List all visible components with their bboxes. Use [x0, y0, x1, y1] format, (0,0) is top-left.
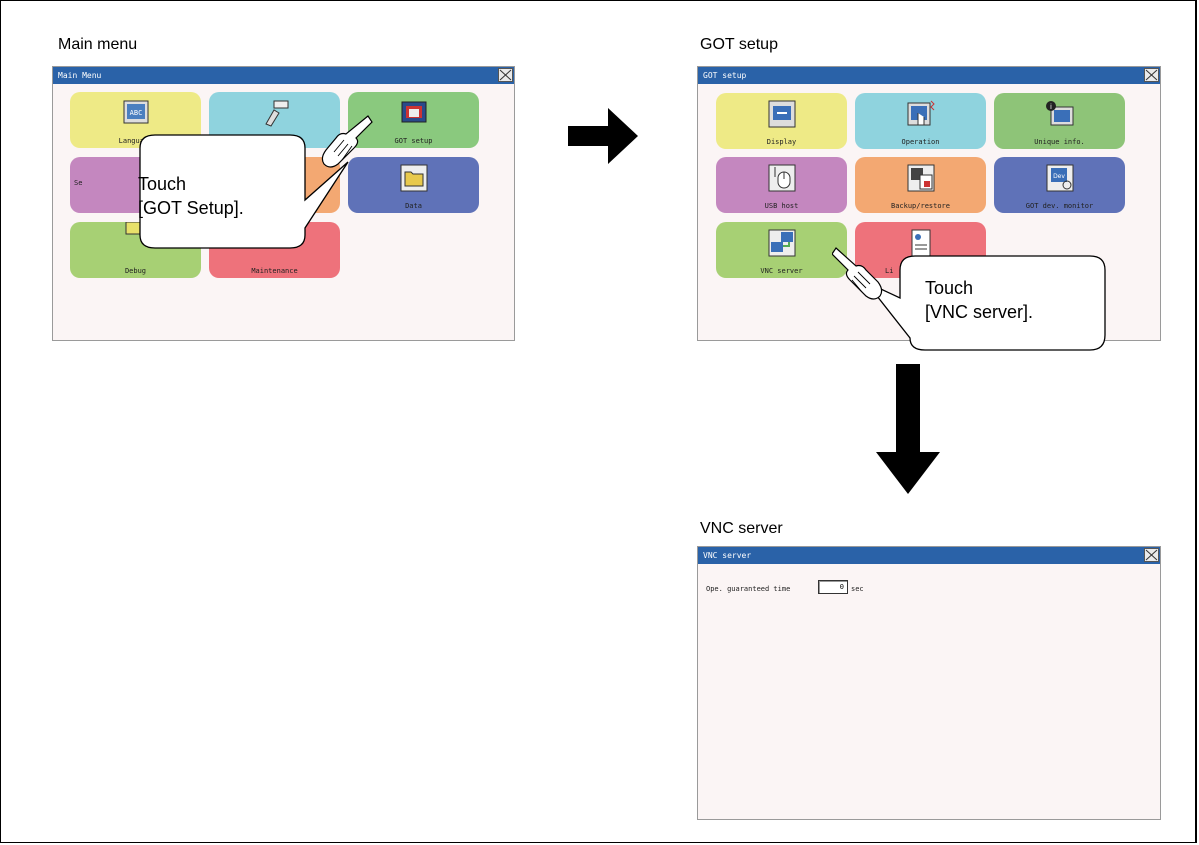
- main-menu-close-button[interactable]: [498, 68, 513, 82]
- ope-guaranteed-time-label: Ope. guaranteed time: [706, 585, 791, 593]
- tile-data-label: Data: [405, 202, 422, 210]
- info-icon: i: [1045, 101, 1073, 126]
- vnc-server-window: VNC server Ope. guaranteed time 0 sec: [697, 546, 1161, 820]
- tile-got-dev-monitor[interactable]: Dev GOT dev. monitor: [994, 157, 1125, 213]
- main-menu-caption: Main menu: [58, 36, 138, 53]
- backup-icon: [907, 164, 934, 192]
- folder-icon: [400, 164, 427, 192]
- vnc-callout-line2: [VNC server].: [925, 302, 1034, 322]
- touch-operation-icon: [907, 100, 935, 126]
- vnc-server-titlebar: VNC server: [698, 547, 1160, 564]
- tile-usb-host[interactable]: USB host: [716, 157, 847, 213]
- tile-backup-restore[interactable]: Backup/restore: [855, 157, 986, 213]
- tile-display[interactable]: Display: [716, 93, 847, 149]
- vnc-server-caption: VNC server: [700, 520, 783, 537]
- main-menu-titlebar: Main Menu: [53, 67, 514, 84]
- tile-usb-host-label: USB host: [764, 202, 799, 210]
- got-setup-callout-line1: Touch: [138, 174, 187, 194]
- vnc-icon: [768, 229, 795, 257]
- tile-operation-label: Operation: [901, 138, 940, 146]
- tile-vnc-server[interactable]: VNC server: [716, 222, 847, 278]
- got-setup-title: GOT setup: [703, 71, 747, 80]
- arrow-down-icon: [876, 364, 940, 494]
- vnc-callout-line1: Touch: [925, 278, 974, 298]
- got-setup-icon: [401, 101, 426, 123]
- hand-pointer-icon: [321, 115, 373, 168]
- tile-display-label: Display: [766, 138, 797, 146]
- vnc-server-close-button[interactable]: [1144, 548, 1159, 562]
- hand-pointer-icon: [832, 247, 883, 300]
- got-setup-close-button[interactable]: [1144, 68, 1159, 82]
- got-setup-callout-text: Touch [GOT Setup].: [138, 172, 244, 220]
- display-icon: [768, 100, 795, 128]
- tile-operation[interactable]: Operation: [855, 93, 986, 149]
- ope-guaranteed-time-unit: sec: [851, 585, 864, 593]
- got-setup-caption: GOT setup: [700, 36, 778, 53]
- got-setup-callout-line2: [GOT Setup].: [138, 198, 244, 218]
- ope-guaranteed-time-input[interactable]: 0: [818, 580, 848, 594]
- tile-vnc-server-label: VNC server: [760, 267, 803, 275]
- arrow-right-icon: [568, 108, 638, 164]
- svg-text:Dev: Dev: [1053, 173, 1065, 180]
- dev-monitor-icon: Dev: [1046, 164, 1073, 192]
- close-icon: [1145, 549, 1158, 561]
- got-setup-titlebar: GOT setup: [698, 67, 1160, 84]
- main-menu-title: Main Menu: [58, 71, 102, 80]
- tile-unique-info[interactable]: i Unique info.: [994, 93, 1125, 149]
- vnc-server-title: VNC server: [703, 551, 752, 560]
- close-icon: [499, 69, 512, 81]
- svg-text:i: i: [1050, 103, 1052, 111]
- tile-unique-info-label: Unique info.: [1034, 138, 1085, 146]
- close-icon: [1145, 69, 1158, 81]
- tile-got-dev-monitor-label: GOT dev. monitor: [1025, 202, 1094, 210]
- vnc-callout-text: Touch [VNC server].: [925, 276, 1033, 324]
- usb-mouse-icon: [768, 164, 795, 192]
- tile-backup-restore-label: Backup/restore: [890, 202, 950, 210]
